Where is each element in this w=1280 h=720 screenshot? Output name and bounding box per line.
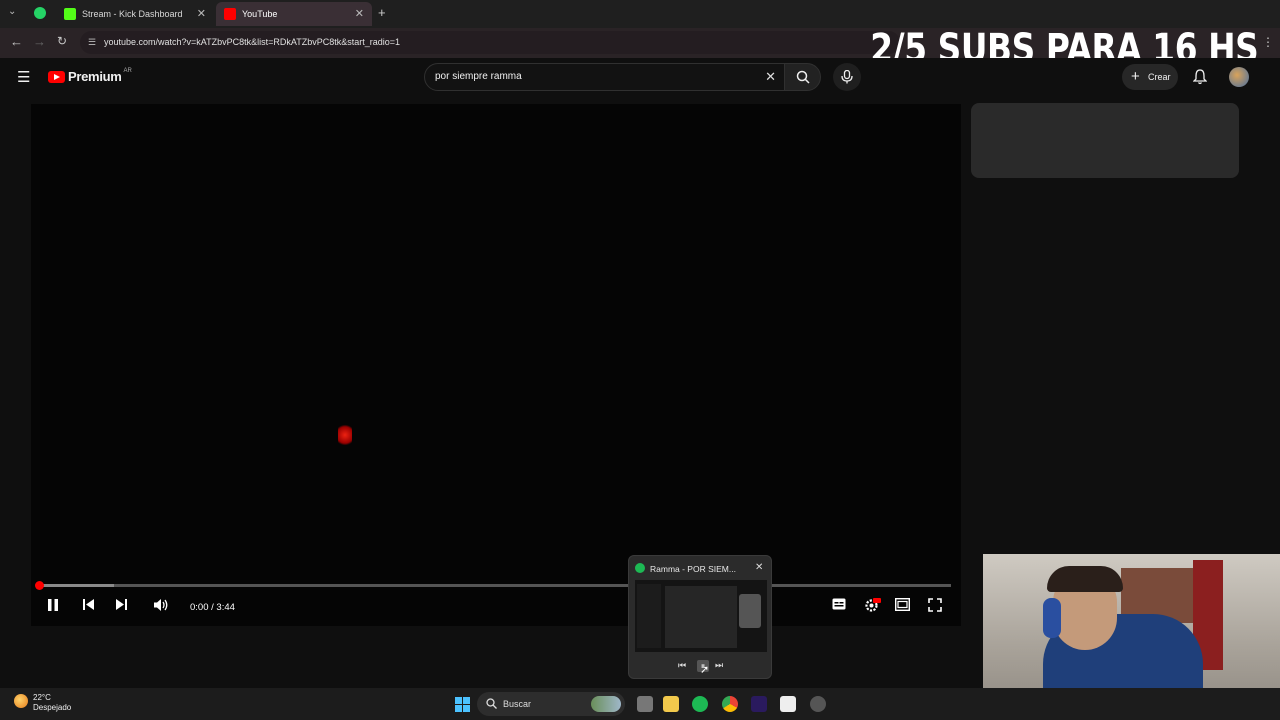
tab-label: Stream - Kick Dashboard [82, 9, 183, 19]
tab-search-chevron-icon[interactable]: ⌄ [8, 6, 16, 17]
time-display: 0:00 / 3:44 [190, 602, 235, 613]
pause-icon[interactable] [47, 598, 59, 612]
forward-icon[interactable]: → [33, 34, 46, 49]
progress-bar[interactable] [35, 581, 951, 590]
microphone-icon [841, 70, 853, 84]
weather-temperature: 22°C [33, 693, 51, 702]
app-icon[interactable] [810, 696, 826, 712]
scrubber-handle[interactable] [35, 581, 44, 590]
windows-taskbar: 22°C Despejado Buscar [0, 688, 1280, 720]
youtube-icon [224, 8, 236, 20]
notion-icon[interactable] [780, 696, 796, 712]
new-tab-icon[interactable]: + [378, 5, 386, 20]
windows-start-icon[interactable] [455, 697, 470, 712]
subtitles-icon[interactable] [832, 598, 846, 610]
url-input[interactable]: ☰ youtube.com/watch?v=kATZbvPC8tk&list=R… [80, 31, 900, 54]
kick-icon [64, 8, 76, 20]
search-button[interactable] [784, 63, 821, 91]
site-info-icon[interactable]: ☰ [88, 31, 96, 54]
taskbar-search[interactable]: Buscar [477, 692, 625, 716]
url-text: youtube.com/watch?v=kATZbvPC8tk&list=RDk… [104, 37, 401, 47]
search-label: Buscar [503, 699, 532, 709]
search-query: por siempre ramma [435, 71, 522, 82]
video-frame-red-shape [338, 422, 352, 448]
whatsapp-pinned-tab-icon[interactable] [34, 7, 46, 19]
reload-icon[interactable]: ↻ [57, 34, 67, 48]
spotify-window-thumbnail [635, 580, 767, 652]
weather-sun-icon[interactable] [14, 694, 28, 708]
buffered-bar [39, 584, 114, 587]
hd-badge [873, 598, 881, 603]
lyrics-panel [665, 586, 737, 648]
back-icon[interactable]: ← [10, 34, 23, 49]
browser-tab-bar: ⌄ Stream - Kick Dashboard ✕ YouTube ✕ + [0, 0, 1280, 28]
youtube-header: ☰ Premium AR por siempre ramma ✕ + Crear [0, 58, 1280, 98]
album-art [739, 594, 761, 628]
close-tab-icon[interactable]: ✕ [197, 7, 206, 20]
tab-youtube[interactable]: YouTube ✕ [216, 2, 372, 26]
theater-mode-icon[interactable] [895, 598, 910, 611]
volume-icon[interactable] [153, 598, 169, 612]
tab-kick-dashboard[interactable]: Stream - Kick Dashboard ✕ [56, 2, 214, 26]
hamburger-menu-icon[interactable]: ☰ [17, 68, 30, 86]
plus-icon: + [1131, 68, 1140, 85]
chrome-icon[interactable] [722, 696, 738, 712]
task-view-icon[interactable] [637, 696, 653, 712]
create-label: Crear [1148, 72, 1171, 82]
close-tab-icon[interactable]: ✕ [355, 7, 364, 20]
weather-description: Despejado [33, 703, 72, 712]
region-code: AR [123, 67, 132, 74]
search-icon [486, 698, 497, 709]
create-button[interactable]: + Crear [1122, 64, 1178, 90]
mouse-cursor-icon: ➚ [700, 664, 710, 676]
fullscreen-icon[interactable] [928, 598, 942, 612]
clear-search-icon[interactable]: ✕ [765, 64, 776, 90]
file-explorer-icon[interactable] [663, 696, 679, 712]
weather-widget[interactable]: 22°C Despejado [33, 693, 71, 713]
avatar[interactable] [1229, 67, 1249, 87]
search-highlight-image [591, 696, 621, 712]
spotify-sidebar [637, 584, 661, 648]
search-input[interactable]: por siempre ramma ✕ [424, 63, 785, 91]
preview-title: Ramma - POR SIEM... [650, 564, 736, 574]
spotify-icon [635, 563, 645, 573]
headphones [1043, 598, 1061, 638]
sidebar-placeholder-card [971, 103, 1239, 178]
next-track-icon[interactable]: ⏭ [715, 660, 723, 671]
video-player[interactable]: 0:00 / 3:44 [31, 104, 961, 626]
spotify-taskbar-preview[interactable]: Ramma - POR SIEM... ✕ ⏮ ⏸ ⏭ ➚ [628, 555, 772, 679]
spotify-taskbar-icon[interactable] [692, 696, 708, 712]
premiere-pro-icon[interactable] [751, 696, 767, 712]
close-preview-icon[interactable]: ✕ [755, 562, 763, 573]
logo-text: Premium [68, 69, 122, 84]
youtube-logo-icon [48, 70, 65, 83]
previous-track-icon[interactable]: ⏮ [678, 660, 686, 671]
search-icon [796, 70, 810, 84]
youtube-premium-logo[interactable]: Premium AR [48, 67, 132, 84]
browser-menu-icon[interactable]: ⋮ [1262, 35, 1274, 49]
previous-icon[interactable] [82, 598, 95, 611]
voice-search-button[interactable] [833, 63, 861, 91]
person-hair [1047, 566, 1123, 592]
notifications-bell-icon[interactable] [1193, 69, 1207, 85]
tab-label: YouTube [242, 9, 278, 19]
next-icon[interactable] [115, 598, 128, 611]
